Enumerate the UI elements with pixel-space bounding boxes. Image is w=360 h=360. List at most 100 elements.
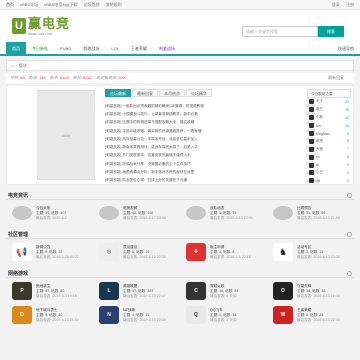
collapse-icon[interactable]	[347, 270, 352, 276]
forum-bubble-icon	[12, 206, 32, 220]
tab-digest[interactable]: 论坛精华	[186, 89, 212, 97]
top-bar: 首页 cBBS论坛 cBBS电竞App下载 论坛签到 发帖规则 登录 注册	[0, 0, 360, 10]
poster-row[interactable]: fun 10	[307, 122, 351, 130]
avatar-icon	[309, 107, 314, 113]
logo-url: www.uwin.net	[28, 30, 53, 36]
tab-hot[interactable]: 本月热点	[159, 89, 185, 97]
forum-card[interactable]: ◎ 意见建议 主题: 6, 帖数: 19 最后发表: 2019-6-12 22:08	[93, 241, 180, 263]
nav-cjzc[interactable]: 刺激战场	[77, 42, 105, 56]
megaphone-icon: 📢	[12, 243, 32, 261]
pubg-icon: P	[12, 282, 32, 300]
breadcrumb-sep: ›	[15, 63, 17, 68]
section-title: 网络游戏	[8, 270, 29, 277]
top-link-home[interactable]: 首页	[6, 2, 14, 7]
nav-pubg[interactable]: PUBG	[54, 42, 77, 56]
dnf-icon: D	[12, 306, 32, 324]
avatar-icon	[309, 115, 314, 121]
news-item[interactable]: [刺激战场] 平民冲级攻略：最实用的升级路线推荐，一看就懂07-26	[105, 127, 315, 135]
collapse-icon[interactable]	[347, 231, 352, 237]
forum-card[interactable]: 今日头条 主题: 39, 帖数: 107 最后发表: 2019-6-2	[6, 202, 93, 224]
home-icon[interactable]: ⌂	[11, 63, 13, 68]
forum-bubble-icon	[273, 206, 293, 220]
poster-row[interactable]: 小王 4	[307, 169, 351, 177]
stat-yesterday: 昨日: 135	[28, 75, 46, 80]
news-item[interactable]: [刺激战场] 吃鸡战术分享：决赛圈必备的五个生存技巧07-26	[105, 160, 315, 168]
logo-title: 赢电竞	[28, 15, 71, 31]
forum-card[interactable]: Q QQ飞车 主题: 5, 帖数: 14 最后发表: 4 天前	[180, 304, 267, 326]
search-input[interactable]: 请输入关键字搜索	[242, 26, 318, 37]
quick-nav-button[interactable]: 快速导航	[338, 42, 354, 56]
logo-icon[interactable]: U	[12, 18, 26, 34]
nav-cjzc-2[interactable]: 刺激战场	[153, 42, 181, 56]
nav-wzry[interactable]: 王者荣耀	[125, 42, 153, 56]
nz-icon: N	[99, 306, 119, 324]
qq-speed-icon: Q	[186, 306, 206, 324]
main-nav: 首页 今日新帖 PUBG 刺激战场 LOL 王者荣耀 刺激战场 快速导航	[0, 42, 360, 56]
poster-row[interactable]: ez 6	[307, 153, 351, 161]
forum-card[interactable]: 战队动态 主题: 5, 帖数: 75 最后发表: 2019-6-13 22:40	[180, 202, 267, 224]
tab-replies[interactable]: 最新回复	[132, 89, 158, 97]
search-button[interactable]: 搜索	[318, 26, 344, 37]
people-icon: ♞	[273, 243, 293, 261]
forum-card[interactable]: W 王者荣耀 主题: 6, 帖数: 21 最后发表: 2019-6-13 22:40	[267, 304, 354, 326]
tab-latest[interactable]: 论坛最新	[105, 89, 131, 97]
top-link-app[interactable]: cBBS电竞App下载	[44, 2, 77, 7]
poster-row[interactable]: 大熊 7	[307, 145, 351, 153]
section-esports-news: 电竞资讯 今日头条 主题: 39, 帖数: 107 最后发表: 2019-6-2 电…	[6, 191, 354, 224]
news-item[interactable]: [刺激战场] 战队招募公告：本周末开战，欢迎各位高手加入07-26	[105, 135, 315, 143]
poster-row[interactable]: 阿杰 8	[307, 137, 351, 145]
stat-members: 会员: 5242	[72, 75, 92, 80]
poster-row[interactable]: dff 3	[307, 177, 351, 185]
latest-reply-link[interactable]: 最新回复	[328, 75, 344, 81]
poster-row[interactable]: 南方 15	[307, 106, 351, 114]
poster-row[interactable]: 小林 12	[307, 114, 351, 122]
forum-card[interactable]: L 英雄联盟 主题: 57, 帖数: 387 最后发表: 2019-6-13 22:4…	[93, 280, 180, 302]
forum-card[interactable]: 电竞视频 主题: 42, 帖数: 102 最后发表: 2019-6-17 23:06	[93, 202, 180, 224]
news-item[interactable]: [刺激战场] 队友配合心得：四排上分的关键在于沟通07-26	[105, 177, 315, 185]
overwatch-icon: O	[273, 282, 293, 300]
poster-row[interactable]: ai 5	[307, 161, 351, 169]
forum-card[interactable]: 比赛预告 主题: 31, 帖数: 59 最后发表: 2019-6-13 21:59	[267, 202, 354, 224]
breadcrumb: ⌂ › 版块	[6, 60, 354, 71]
collapse-icon[interactable]	[347, 192, 352, 198]
auth-links: 登录 注册	[327, 2, 354, 8]
section-online-games: 网络游戏 P 绝地求生 主题: 57, 帖数: 80 最后发表: 2019-6-3 1…	[6, 269, 354, 326]
forum-card[interactable]: N NZ战场 主题: 4, 帖数: 11 最后发表: 2019-6-13 22:38	[93, 304, 180, 326]
banner-image[interactable]: 800x	[37, 90, 95, 180]
nav-home[interactable]: 首页	[6, 42, 26, 56]
news-item[interactable]: [刺激战场] 一组新出必须收藏的精彩瞬间GIF集锦，附视频教程 07-26	[105, 102, 315, 110]
breadcrumb-current[interactable]: 版块	[19, 63, 27, 69]
news-item[interactable]: [刺激战场] 小规模战斗技巧：上单最强单挑教学，新手必看07-26	[105, 110, 315, 118]
news-item[interactable]: [刺激战场] 新版本载具测评：这台车真的太香了，赶紧入手07-26	[105, 143, 315, 151]
forum-card[interactable]: C 穿越火线 主题: 16, 帖数: 81 最后发表: 4 天前	[180, 280, 267, 302]
top-link-rules[interactable]: 发帖规则	[106, 2, 122, 7]
news-item[interactable]: [刺激战场] 比赛中的枪械选择与搭配攻略大全，建议收藏07-26	[105, 119, 315, 127]
top-link-bbs[interactable]: cBBS论坛	[20, 2, 38, 7]
nav-lol[interactable]: LOL	[105, 42, 125, 56]
register-link[interactable]: 注册	[346, 2, 354, 7]
search-bar: 请输入关键字搜索 搜索	[242, 26, 344, 37]
avatar-icon	[309, 162, 314, 168]
forum-card[interactable]: P 绝地求生 主题: 57, 帖数: 80 最后发表: 2019-6-3 19:15	[6, 280, 93, 302]
poster-row[interactable]: 天下 20	[307, 98, 351, 106]
top-link-signin[interactable]: 论坛签到	[84, 2, 100, 7]
forum-card[interactable]: 📢 新闻公告 主题: 9, 帖数: 22 最后发表: 2019-2-26 00:22	[6, 241, 93, 263]
logo[interactable]: 赢电竞 www.uwin.net	[28, 17, 70, 36]
forum-card[interactable]: ♞ 活动专区 主题: 3, 帖数: 11 最后发表: 2019-6-13 20:06	[267, 241, 354, 263]
top-links: 首页 cBBS论坛 cBBS电竞App下载 论坛签到 发帖规则	[6, 2, 127, 8]
forum-card[interactable]: ✚ 版主申请 主题: 4, 帖数: 8 最后发表: 2019-1-5 22:16	[180, 241, 267, 263]
forum-card[interactable]: D 地下城与勇士 主题: 5, 帖数: 40 最后发表: 2019-6-13 21:3…	[6, 304, 93, 326]
login-link[interactable]: 登录	[332, 2, 340, 7]
avatar-icon	[309, 123, 314, 129]
site-header: U 赢电竞 www.uwin.net 请输入关键字搜索 搜索	[0, 10, 360, 42]
poster-row[interactable]: KingMan 9	[307, 130, 351, 138]
news-tabs: 论坛最新 最新回复 本月热点 论坛精华	[105, 89, 213, 97]
avatar-icon	[309, 99, 314, 105]
feedback-icon: ◎	[99, 243, 119, 261]
news-item[interactable]: [刺激战场] 热门皮肤测评：这套皮肤究竟值不值得入手07-26	[105, 152, 315, 160]
nav-today[interactable]: 今日新帖	[26, 42, 54, 56]
featured-block: 800x 论坛最新 最新回复 本月热点 论坛精华 [刺激战场] 一组新出必须收藏…	[6, 85, 354, 185]
news-item[interactable]: [刺激战场] 地图资源点分析：新手落地不慌的秘诀在这里07-26	[105, 168, 315, 176]
forum-card[interactable]: O 守望先锋 主题: 18, 帖数: 33 最后发表: 2019-6-13 16:34	[267, 280, 354, 302]
lol-icon: L	[99, 282, 119, 300]
